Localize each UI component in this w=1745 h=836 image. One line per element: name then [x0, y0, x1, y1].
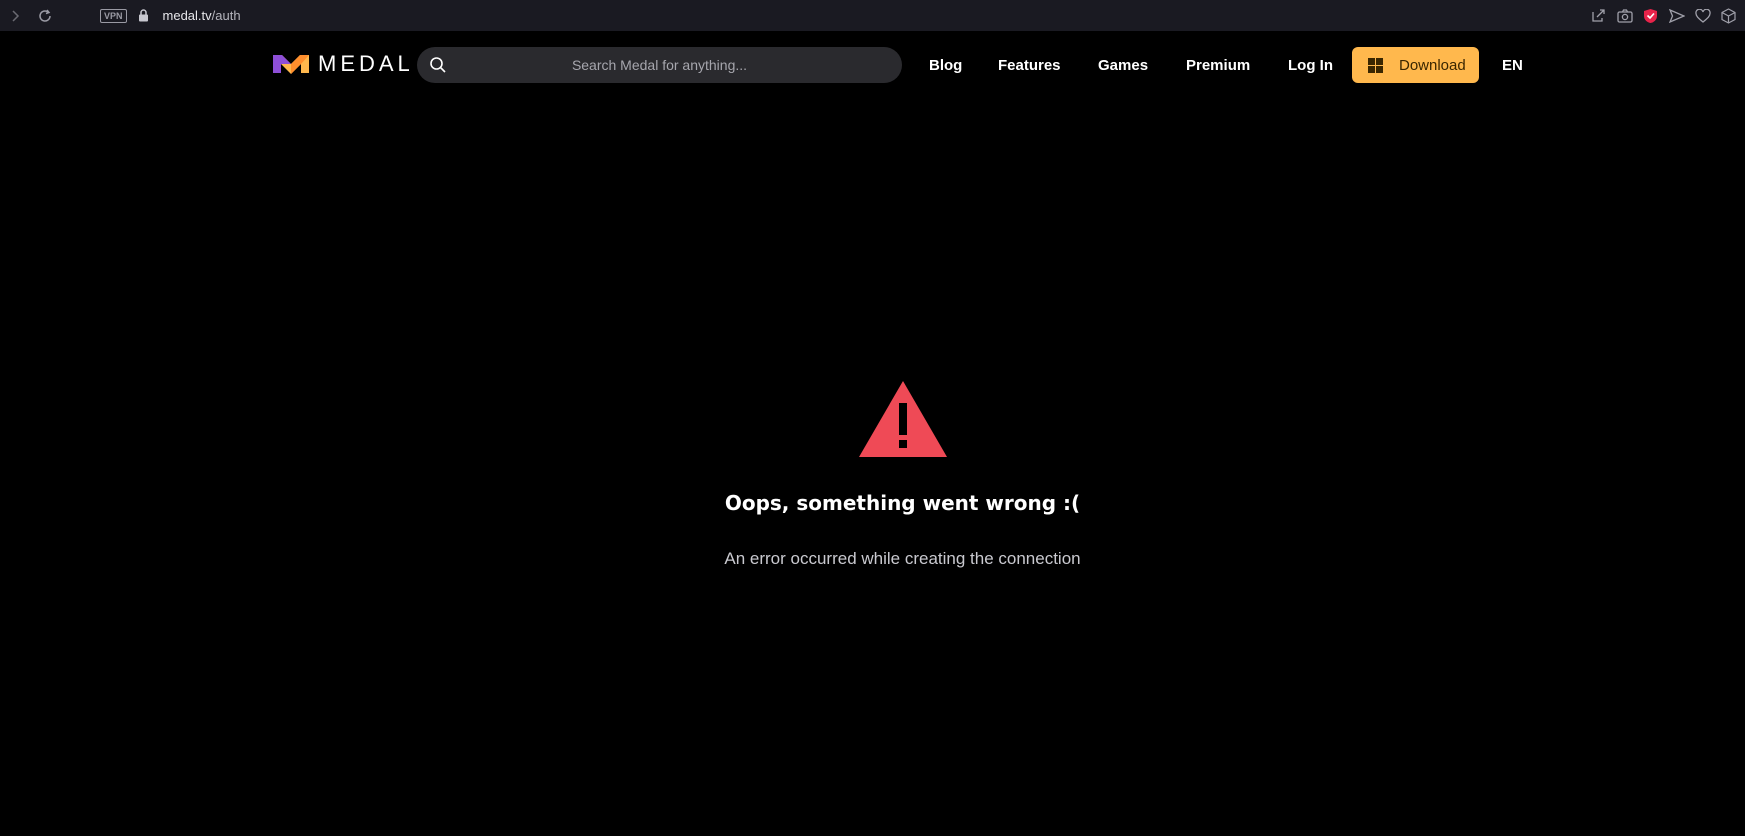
nav-link-premium[interactable]: Premium	[1186, 57, 1250, 75]
share-icon[interactable]	[1590, 7, 1607, 24]
vpn-badge[interactable]: VPN	[100, 8, 127, 23]
heart-icon[interactable]	[1694, 7, 1711, 24]
warning-icon	[859, 381, 947, 457]
download-label: Download	[1399, 56, 1466, 74]
error-title: Oops, something went wrong :(	[724, 491, 1081, 515]
nav-link-games[interactable]: Games	[1098, 57, 1148, 75]
nav-link-blog[interactable]: Blog	[929, 57, 962, 75]
shield-icon[interactable]	[1642, 7, 1659, 24]
search-input[interactable]	[417, 47, 902, 83]
error-message: An error occurred while creating the con…	[724, 549, 1081, 568]
nav-link-features[interactable]: Features	[998, 57, 1061, 75]
logo-text: MEDAL	[318, 51, 414, 76]
search-bar[interactable]	[417, 47, 902, 83]
search-icon	[430, 57, 446, 73]
medal-logo[interactable]: MEDAL	[272, 51, 414, 77]
language-selector[interactable]: EN	[1502, 57, 1523, 75]
camera-icon[interactable]	[1616, 7, 1633, 24]
url-host: medal.tv	[162, 8, 212, 23]
chevron-right-icon	[12, 9, 20, 22]
site-header: MEDAL Blog Features Games Premium Log In…	[0, 31, 1745, 99]
address-bar[interactable]: medal.tv/auth	[163, 8, 241, 23]
forward-button[interactable]	[0, 0, 30, 31]
cube-icon[interactable]	[1720, 7, 1737, 24]
browser-actions	[1590, 0, 1737, 31]
url-path: /auth	[211, 8, 241, 23]
lock-icon[interactable]	[137, 8, 151, 24]
nav-link-login[interactable]: Log In	[1288, 57, 1333, 75]
send-icon[interactable]	[1668, 7, 1685, 24]
medal-logo-icon	[273, 55, 309, 74]
reload-button[interactable]	[30, 0, 60, 31]
browser-toolbar: VPN medal.tv/auth	[0, 0, 1745, 31]
windows-icon	[1368, 57, 1383, 73]
download-button[interactable]: Download	[1352, 47, 1479, 83]
reload-icon	[39, 9, 51, 22]
